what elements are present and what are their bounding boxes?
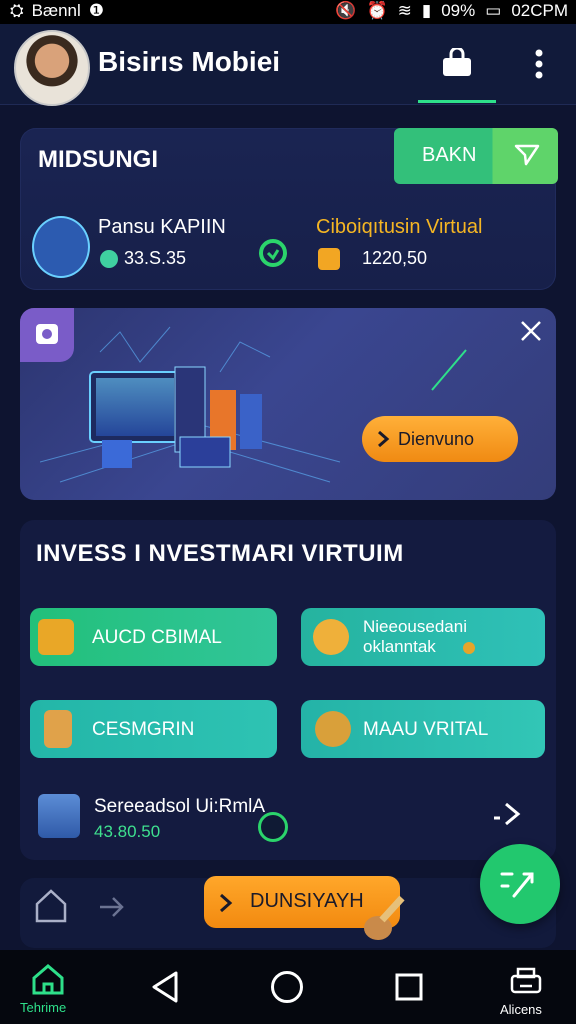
virtual-account-name: Ciboiqıtusin Virtual [316,216,483,238]
page-title: Bisirıs Mobiei [98,46,281,77]
close-icon[interactable] [518,318,544,344]
card-title: MIDSUNGI [38,146,158,173]
device-icon [38,794,80,838]
battery-icon: ▭ [485,1,502,20]
bag-icon[interactable] [440,48,474,78]
hammer-icon [364,895,405,940]
server-illustration [40,326,341,483]
document-icon [44,710,72,748]
carrier-label: Bænnl [31,1,81,20]
chevron-right-icon [220,893,233,913]
app-notification-icon: ⛭ [10,1,24,20]
chart-trend-icon [500,872,534,898]
account-name: Pansu KAPIIN [98,216,226,238]
bank-button-label: BAKN [422,144,477,166]
nav-alt-label[interactable]: Alicens [500,1002,542,1017]
arrow-right-icon[interactable] [492,800,522,828]
recents-square-icon[interactable] [394,972,424,1002]
home-circle-icon[interactable] [270,970,304,1004]
invest-tile[interactable]: CESMGRIN [30,700,277,758]
send-icon [514,144,540,166]
account-balance: 33.S.35 [124,248,187,268]
section-title: INVESS I NVESTMARI VIRTUIM [36,540,404,567]
home-icon[interactable] [30,962,66,996]
wifi-icon: ≋ [397,1,412,20]
coin-icon [100,250,118,268]
trend-line-icon [431,349,467,391]
tile-label: AUCD CBIMAL [92,627,222,648]
tile-label: Nieeousedani oklanntak [363,617,467,656]
invest-tile[interactable]: AUCD CBIMAL [30,608,277,666]
list-item-value: 43.80.50 [94,822,161,841]
back-triangle-icon[interactable] [150,970,180,1004]
alarm-icon: ⏰ [366,1,388,20]
virtual-balance: 1220,50 [362,248,428,268]
home-outline-icon[interactable] [34,888,68,924]
floating-action-button[interactable] [480,844,560,924]
status-bar: ⛭ Bænnl ❶ 🔇 ⏰ ≋ ▮ 09% ▭ 02CPM [0,0,576,24]
bank-button[interactable]: BAKN [394,128,558,184]
gear-coin-icon [315,711,351,747]
dollar-coin-icon [313,619,349,655]
chevron-right-icon [378,430,390,448]
invest-tile[interactable]: MAAU VRITAL [301,700,545,758]
invest-tile[interactable]: Nieeousedani oklanntak [301,608,545,666]
camera-icon [36,324,58,344]
bank-building-icon [32,216,90,278]
forward-arrow-icon[interactable] [98,894,126,920]
tile-label: CESMGRIN [92,719,195,740]
avatar[interactable] [14,30,90,106]
coin-dot-icon [463,642,475,654]
battery-percent: 09% [441,1,476,20]
status-ring-icon [258,812,288,842]
signal-icon: ▮ [421,1,432,20]
wallet-icon [318,248,340,270]
more-options-icon[interactable] [528,48,550,80]
active-tab-indicator [418,100,496,103]
clock: 02CPM [511,1,568,20]
swap-icon[interactable] [258,238,288,268]
banner-button-label: Dienvuno [398,429,475,449]
printer-icon[interactable] [508,966,544,998]
tile-label: MAAU VRITAL [363,719,489,740]
banner-action-button[interactable]: Dienvuno [362,416,518,462]
mute-icon: 🔇 [335,1,357,20]
nav-home-label[interactable]: Tehrime [20,1000,66,1015]
camera-badge [20,308,74,362]
coins-icon [38,619,74,655]
cta-label: DUNSIYAYH [250,890,364,912]
notification-icon: ❶ [88,1,104,20]
list-item-name[interactable]: Sereeadsol Ui:RmlA [94,796,265,818]
